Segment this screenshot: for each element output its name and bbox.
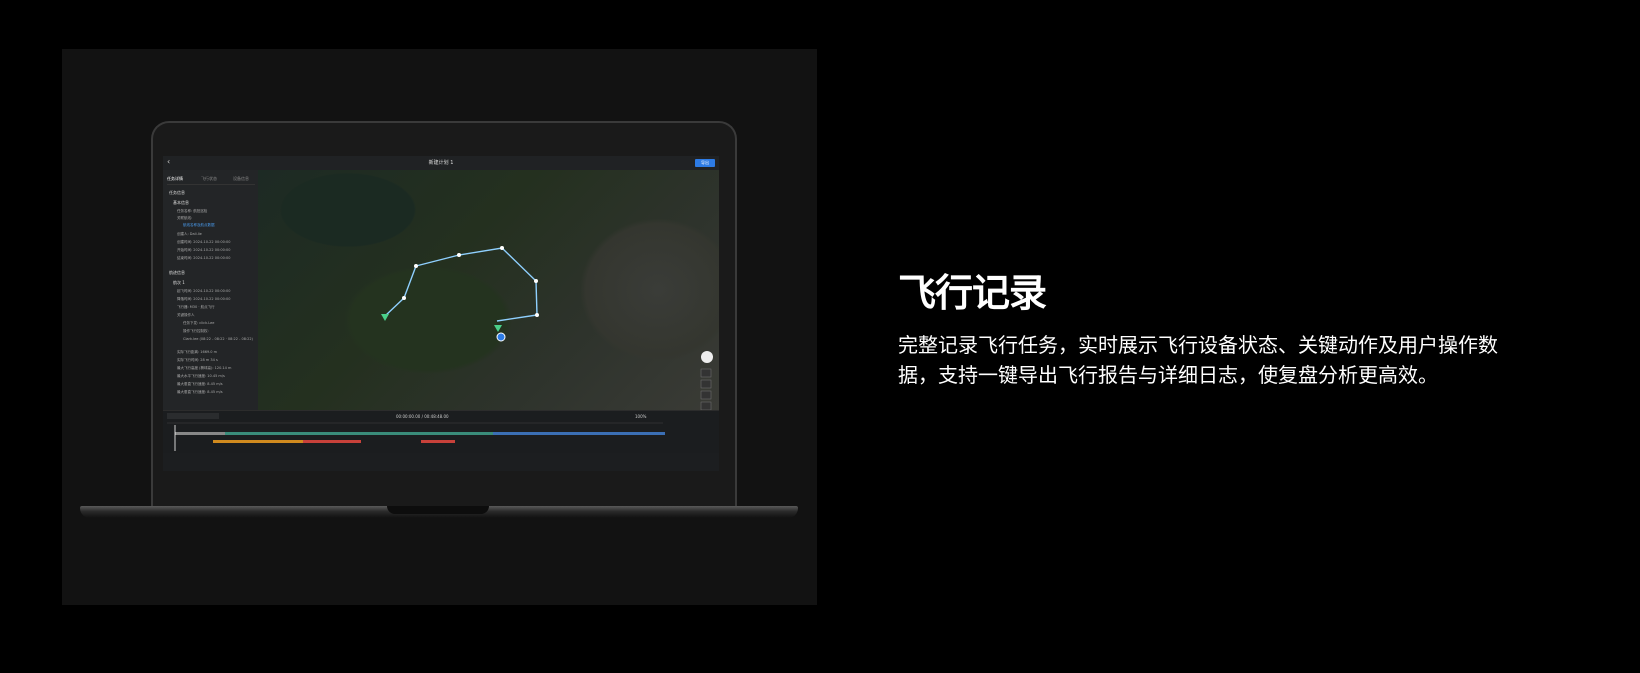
zoom-icon (700, 401, 712, 410)
flight-row: 飞行器: M30 · 航点飞行 (177, 305, 215, 309)
waypoint (500, 246, 504, 250)
mission-row: 结束时间: 2024-10-22 00:00:00 (177, 256, 231, 260)
flight-route-line-tail (384, 265, 417, 317)
track-bar-blue (493, 432, 665, 435)
track-bar-red (303, 440, 361, 443)
mission-row: 任务名称: 航拍巡检 (177, 209, 208, 213)
mission-info-header[interactable]: 任务信息 (169, 190, 251, 196)
timeline-tracks (167, 413, 665, 451)
app-title: 新建计划 1 (428, 160, 454, 166)
flight-row: 降落时间: 2024-10-22 00:00:00 (177, 297, 231, 301)
feature-description: 完整记录飞行任务，实时展示飞行设备状态、关键动作及用户操作数据，支持一键导出飞行… (898, 333, 1498, 387)
mission-info-group[interactable]: 基本信息 (173, 200, 255, 206)
mission-row: 关联航线: (177, 216, 193, 220)
flight-row: 关键操作人 (177, 313, 195, 317)
flight-info-group[interactable]: 航次 1 (173, 280, 255, 286)
playback-timeline[interactable]: 00:00:00.00 / 00:48:48.00 100% (163, 410, 719, 453)
flight-row: 实际飞行距离: 1669.0 m (177, 350, 218, 354)
mission-row: 创建时间: 2024-10-22 00:00:00 (177, 240, 231, 244)
locate-icon (700, 379, 712, 389)
waypoint (534, 279, 538, 283)
drone-icon (496, 332, 506, 342)
sidebar: 任务详情 飞行状态 设备信息 任务信息 基本信息 任务名称: 航拍巡检 关联航线… (163, 170, 258, 410)
tab-flight-status[interactable]: 飞行状态 (201, 176, 217, 182)
flight-row: 最大垂直飞行速度: 8.45 m/s (177, 390, 223, 394)
flight-row: 任务下发: click.Lee (183, 321, 215, 325)
home-point-icon (381, 314, 389, 321)
home-point-icon (494, 325, 502, 332)
waypoint (402, 296, 406, 300)
compass-icon (701, 351, 713, 363)
flight-row: 最大水平飞行速度: 10.45 m/s (177, 374, 225, 378)
export-button[interactable]: 导出 (695, 159, 715, 167)
satellite-map[interactable] (258, 170, 719, 410)
route-link[interactable]: 航线名称及航点数据 (183, 223, 215, 228)
flight-route-overlay (381, 246, 713, 410)
waypoint (414, 264, 418, 268)
waypoint (457, 253, 461, 257)
mission-row: 开始时间: 2024-10-22 00:00:00 (177, 248, 231, 252)
track-bar-orange (213, 440, 303, 443)
measure-icon (700, 390, 712, 400)
laptop-screen: ‹ 新建计划 1 导出 任务详情 飞行状态 设备信息 任务信息 基本信息 任务名… (163, 156, 719, 471)
tab-mission-details[interactable]: 任务详情 (167, 176, 183, 182)
flight-row: Clark.lee (08:22 - 08:22 · 08:22 - 08:22… (183, 337, 253, 341)
track-bar-red (421, 440, 455, 443)
flight-row: 最大飞行高度 (椭球高): 120.14 m (177, 366, 232, 370)
track-bar-grey (175, 432, 225, 435)
waypoint (535, 313, 539, 317)
mission-row: 创建人: Dali.lie (177, 232, 202, 236)
laptop-notch (387, 506, 489, 514)
feature-title: 飞行记录 (898, 271, 1047, 315)
flight-route-line (415, 247, 538, 322)
tab-device-info[interactable]: 设备信息 (233, 176, 249, 182)
flight-row: 最大垂直飞行速度: 8.45 m/s (177, 382, 223, 386)
playback-controls (167, 413, 219, 419)
flight-row: 起飞时间: 2024-10-22 00:00:00 (177, 289, 231, 293)
flight-info-header[interactable]: 航迹信息 (169, 270, 251, 276)
flight-row: 实际飞行时间: 28 m 34 s (177, 358, 218, 362)
sidebar-tabs: 任务详情 飞行状态 设备信息 (167, 174, 255, 185)
flight-row: 操作飞行控制权: (183, 329, 209, 333)
map-layer-icon (700, 368, 712, 378)
app-topbar: ‹ 新建计划 1 导出 (163, 156, 719, 170)
